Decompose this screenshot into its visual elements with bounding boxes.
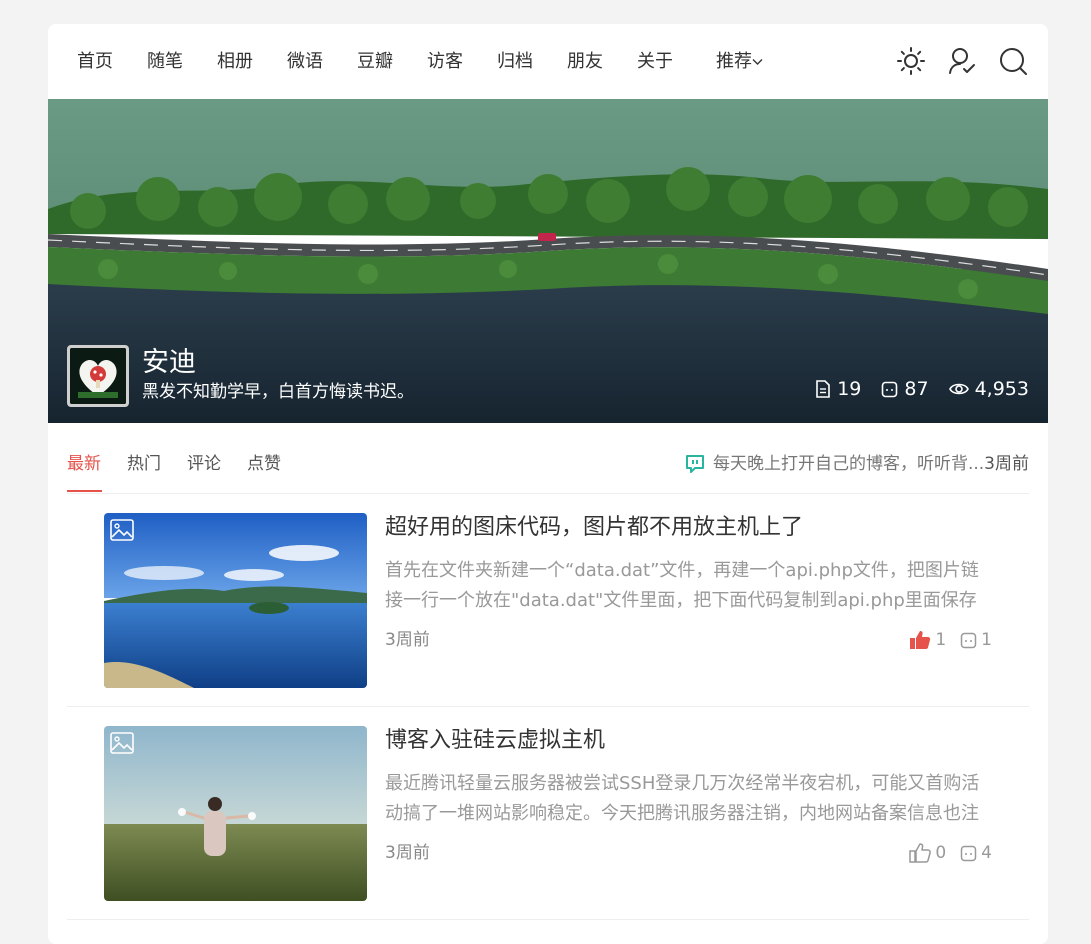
post-meta: 1 1 [909, 628, 992, 652]
nav-album[interactable]: 相册 [217, 50, 253, 74]
comment-count-button[interactable]: 4 [960, 841, 992, 865]
post-time: 3周前 [385, 630, 430, 650]
post-item[interactable]: 博客入驻硅云虚拟主机 最近腾讯轻量云服务器被尝试SSH登录几万次经常半夜宕机，可… [67, 707, 1029, 920]
comment-icon [882, 381, 898, 397]
like-button[interactable]: 0 [909, 841, 946, 865]
post-title[interactable]: 博客入驻硅云虚拟主机 [385, 726, 605, 756]
active-tab-indicator [67, 490, 102, 492]
user-icon[interactable] [947, 46, 977, 76]
notice-text: 每天晚上打开自己的博客，听听背... [712, 454, 985, 474]
tab-comments[interactable]: 评论 [187, 452, 221, 476]
comment-icon [960, 845, 977, 861]
sun-icon[interactable] [896, 46, 926, 76]
top-nav: 首页 随笔 相册 微语 豆瓣 访客 归档 朋友 关于 推荐 [48, 24, 1048, 99]
hero-banner: 安迪 黑发不知勤学早，白首方悔读书迟。 19 87 4,953 [48, 99, 1048, 423]
chat-bubble-icon [685, 455, 704, 473]
nav-essays[interactable]: 随笔 [147, 50, 183, 74]
nav-douban[interactable]: 豆瓣 [357, 50, 393, 74]
nav-guestbook[interactable]: 访客 [427, 50, 463, 74]
post-thumbnail[interactable] [104, 513, 367, 688]
stat-comments-count: 87 [904, 378, 929, 400]
post-time: 3周前 [385, 843, 430, 863]
tab-hot[interactable]: 热门 [127, 452, 161, 476]
stat-comments: 87 [881, 377, 929, 401]
like-count: 0 [935, 843, 947, 863]
post-item[interactable]: 超好用的图床代码，图片都不用放主机上了 首先在文件夹新建一个“data.dat”… [67, 494, 1029, 707]
search-icon[interactable] [998, 46, 1028, 76]
thumbs-up-filled-icon [910, 631, 931, 649]
field-photo [104, 726, 367, 901]
post-excerpt: 首先在文件夹新建一个“data.dat”文件，再建一个api.php文件，把图片… [385, 560, 979, 611]
nav-archive[interactable]: 归档 [497, 50, 533, 74]
notice-time: 3周前 [984, 454, 1029, 474]
comment-icon [960, 632, 977, 648]
document-icon [816, 380, 831, 398]
latest-notice[interactable]: 每天晚上打开自己的博客，听听背... 3周前 [685, 452, 1029, 476]
nav-home[interactable]: 首页 [77, 50, 113, 74]
post-excerpt: 最近腾讯轻量云服务器被尝试SSH登录几万次经常半夜宕机，可能又首购活动搞了一堆网… [385, 773, 980, 824]
tab-likes[interactable]: 点赞 [247, 452, 281, 476]
main-card: 首页 随笔 相册 微语 豆瓣 访客 归档 朋友 关于 推荐 安迪 黑发不知勤学早… [48, 24, 1048, 944]
site-stats: 19 87 4,953 [815, 377, 1029, 401]
image-icon [110, 732, 134, 754]
nav-micro[interactable]: 微语 [287, 50, 323, 74]
comment-count: 1 [981, 630, 992, 650]
site-motto: 黑发不知勤学早，白首方悔读书迟。 [142, 382, 414, 402]
like-count: 1 [935, 630, 947, 650]
avatar-image [70, 348, 126, 404]
post-meta: 0 4 [909, 841, 992, 865]
post-thumbnail[interactable] [104, 726, 367, 901]
nav-recommend-label: 推荐 [716, 51, 752, 72]
avatar[interactable] [67, 345, 129, 407]
image-icon [110, 519, 134, 541]
chevron-down-icon [752, 59, 763, 65]
stat-posts: 19 [815, 377, 861, 401]
post-title[interactable]: 超好用的图床代码，图片都不用放主机上了 [385, 513, 803, 543]
thumbs-up-outline-icon [909, 843, 932, 863]
like-button[interactable]: 1 [909, 628, 946, 652]
eye-icon [948, 383, 969, 395]
nav-about[interactable]: 关于 [637, 50, 673, 74]
stat-views: 4,953 [948, 377, 1029, 401]
comment-count: 4 [981, 843, 992, 863]
stat-views-count: 4,953 [974, 378, 1029, 400]
stat-posts-count: 19 [837, 378, 862, 400]
tab-latest[interactable]: 最新 [67, 452, 101, 476]
nav-friends[interactable]: 朋友 [567, 50, 603, 74]
nav-recommend-dropdown[interactable]: 推荐 [716, 50, 763, 74]
site-name[interactable]: 安迪 [142, 347, 196, 379]
post-tabs: 最新 热门 评论 点赞 每天晚上打开自己的博客，听听背... 3周前 [67, 452, 1029, 494]
hero-background-image [48, 99, 1048, 423]
lake-photo [104, 513, 367, 688]
comment-count-button[interactable]: 1 [960, 628, 992, 652]
